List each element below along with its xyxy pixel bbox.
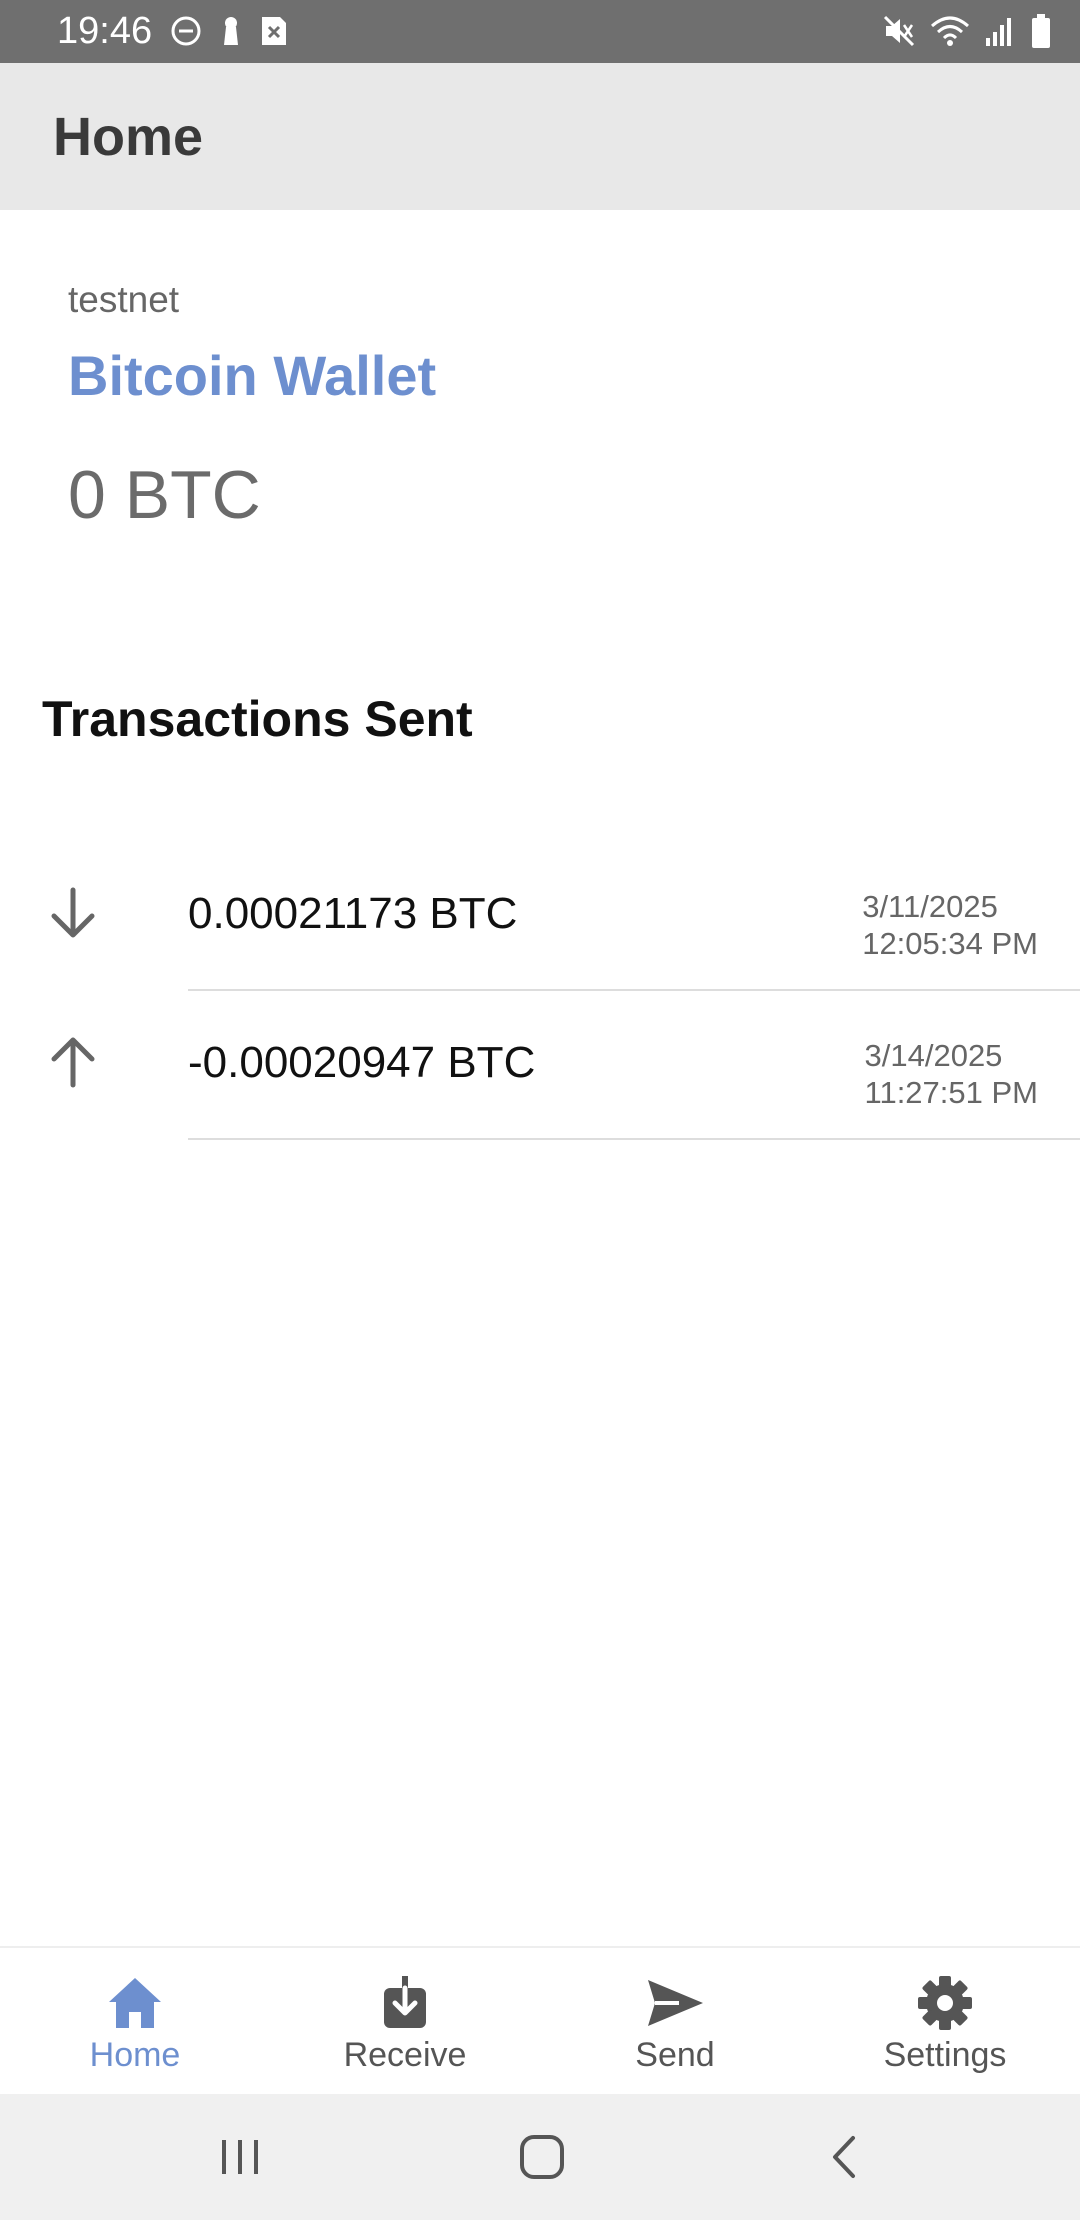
signal-icon <box>984 14 1016 48</box>
transaction-date: 3/11/2025 <box>862 889 998 924</box>
status-left-icons <box>170 14 288 48</box>
system-nav-bar <box>0 2094 1080 2220</box>
transaction-amount: -0.00020947 BTC <box>188 1038 536 1087</box>
keyhole-icon <box>220 15 242 47</box>
mute-icon <box>882 14 916 48</box>
status-right-icons <box>882 12 1052 50</box>
nav-label: Send <box>635 2036 715 2074</box>
transaction-datetime: 3/11/2025 12:05:34 PM <box>862 888 1038 962</box>
arrow-down-icon <box>48 886 98 940</box>
do-not-disturb-icon <box>170 15 202 47</box>
nav-item-home[interactable]: Home <box>0 1948 270 2094</box>
nav-label: Receive <box>343 2036 467 2074</box>
transaction-amount: 0.00021173 BTC <box>188 889 518 938</box>
sim-error-icon <box>260 15 288 47</box>
nav-item-receive[interactable]: Receive <box>270 1948 540 2094</box>
transactions-heading: Transactions Sent <box>42 691 473 747</box>
nav-label: Home <box>89 2036 181 2074</box>
transaction-list: 0.00021173 BTC 3/11/2025 12:05:34 PM -0.… <box>0 842 1080 1140</box>
transaction-row[interactable]: -0.00020947 BTC 3/14/2025 11:27:51 PM <box>0 991 1080 1140</box>
wifi-icon <box>930 14 970 48</box>
nav-label: Settings <box>883 2036 1007 2074</box>
home-button-icon[interactable] <box>512 2132 572 2182</box>
divider <box>188 1138 1080 1140</box>
send-icon <box>645 1974 705 2032</box>
wallet-name: Bitcoin Wallet <box>68 344 437 407</box>
page-title: Home <box>53 107 204 167</box>
transaction-date: 3/14/2025 <box>864 1038 1003 1073</box>
transaction-time: 11:27:51 PM <box>864 1075 1038 1110</box>
nav-item-send[interactable]: Send <box>540 1948 810 2094</box>
wallet-balance: 0 BTC <box>68 457 261 533</box>
transaction-datetime: 3/14/2025 11:27:51 PM <box>865 1037 1038 1111</box>
wallet-network-label: testnet <box>68 279 180 320</box>
battery-icon <box>1030 13 1052 49</box>
status-bar: 19:46 <box>0 0 1080 63</box>
back-icon[interactable] <box>815 2132 875 2182</box>
home-icon <box>105 1974 165 2032</box>
app-bar: Home <box>0 63 1080 210</box>
transaction-row[interactable]: 0.00021173 BTC 3/11/2025 12:05:34 PM <box>0 842 1080 991</box>
download-icon <box>375 1974 435 2032</box>
gear-icon <box>915 1974 975 2032</box>
arrow-up-icon <box>48 1035 98 1089</box>
nav-item-settings[interactable]: Settings <box>810 1948 1080 2094</box>
recent-apps-icon[interactable] <box>210 2132 270 2182</box>
bottom-nav: Home Receive Send Settings <box>0 1946 1080 2094</box>
transaction-time: 12:05:34 PM <box>862 926 1038 961</box>
status-time: 19:46 <box>57 10 153 52</box>
